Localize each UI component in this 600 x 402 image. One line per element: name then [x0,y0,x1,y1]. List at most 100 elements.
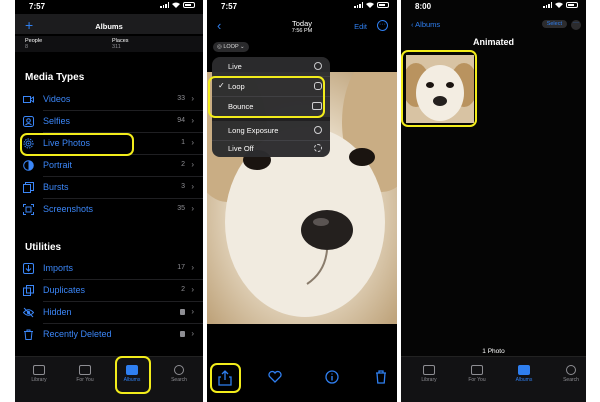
menu-item-live-off[interactable]: Live Off [212,139,330,159]
albums-screen: 7:57 + Albums People 8 Places 311 Media … [15,0,203,402]
highlight-live-photos [20,133,134,156]
animated-album-screen: 8:00 ‹ Albums Select ··· Animated 1 Phot… [401,0,586,402]
people-album[interactable]: People 8 [25,38,42,50]
status-icons [543,2,578,8]
album-count: 3 [181,183,185,190]
status-icons [354,2,389,8]
back-label: Albums [415,20,441,29]
highlight-loop-bounce [208,76,325,118]
album-row-hidden[interactable]: Hidden › [15,302,203,324]
tab-bar: Library For You Albums Search [401,356,586,402]
edit-button[interactable]: Edit [354,22,367,31]
library-icon [33,365,45,375]
status-time: 8:00 [415,2,432,11]
select-button[interactable]: Select [541,20,567,28]
utilities-heading: Utilities [25,242,62,253]
tab-for-you[interactable]: For You [457,365,497,383]
people-count: 8 [25,44,29,50]
trash-icon[interactable] [375,370,387,384]
info-icon[interactable] [325,370,339,384]
more-options-icon[interactable]: ··· [377,20,388,31]
places-count: 311 [112,44,121,50]
album-count: 35 [177,205,185,212]
tab-label: Search [171,377,187,383]
album-label: Recently Deleted [43,329,112,339]
favorite-heart-icon[interactable] [268,370,282,384]
album-count: 17 [177,264,185,271]
bursts-icon [23,182,34,193]
wifi-icon [366,2,374,8]
album-count: 33 [177,95,185,102]
status-icons [160,2,195,8]
for-you-icon [79,365,91,375]
live-icon [314,62,322,70]
album-row-imports[interactable]: Imports 17 › [15,258,203,280]
highlight-albums-tab [115,356,151,394]
more-options-icon[interactable]: ··· [571,20,581,30]
tab-search[interactable]: Search [159,365,199,383]
back-to-albums-button[interactable]: ‹ Albums [411,20,440,29]
album-count: 1 [181,139,185,146]
tab-for-you[interactable]: For You [65,365,105,383]
chevron-right-icon: › [191,204,194,213]
people-places-strip: People 8 Places 311 [15,36,203,52]
places-album[interactable]: Places 311 [112,38,129,50]
live-off-icon [314,144,322,152]
album-row-screenshots[interactable]: Screenshots 35 › [15,199,203,221]
chevron-right-icon: › [191,160,194,169]
highlight-share-button [210,363,241,393]
tab-albums[interactable]: Albums [504,365,544,383]
photo-detail-screen: 7:57 ‹ Today 7:56 PM Edit ··· ◎ LOOP ⌄ L… [207,0,397,402]
menu-item-long-exposure[interactable]: Long Exposure [212,121,330,141]
album-row-videos[interactable]: Videos 33 › [15,89,203,111]
tab-bar: Library For You Albums Search [15,356,203,402]
chevron-right-icon: › [191,263,194,272]
wifi-icon [172,2,180,8]
selfie-icon [23,116,34,127]
chevron-right-icon: › [191,182,194,191]
battery-icon [377,2,389,8]
album-title: Animated [472,37,514,47]
tab-label: Search [563,377,579,383]
album-row-bursts[interactable]: Bursts 3 › [15,177,203,199]
album-row-portrait[interactable]: Portrait 2 › [15,155,203,177]
album-row-duplicates[interactable]: Duplicates 2 › [15,280,203,302]
chevron-right-icon: › [191,138,194,147]
tab-label: Albums [515,377,533,383]
album-label: Selfies [43,116,71,126]
album-count: 94 [177,117,185,124]
album-label: Bursts [43,182,69,192]
tab-search[interactable]: Search [551,365,586,383]
screenshot-icon [23,204,34,215]
long-exposure-icon [314,126,322,134]
tab-library[interactable]: Library [19,365,59,383]
chevron-right-icon: › [191,94,194,103]
menu-item-live[interactable]: Live [212,57,330,77]
album-label: Portrait [43,160,73,170]
tab-library[interactable]: Library [409,365,449,383]
chevron-right-icon: › [191,329,194,338]
tab-label: For You [76,377,94,383]
album-row-recently-deleted[interactable]: Recently Deleted › [15,324,203,346]
album-label: Hidden [43,307,72,317]
lock-icon [180,331,185,337]
signal-icon [543,2,552,8]
signal-icon [160,2,169,8]
battery-icon [566,2,578,8]
chevron-right-icon: › [191,285,194,294]
for-you-icon [471,365,483,375]
status-bar: 7:57 [207,0,397,12]
media-types-heading: Media Types [25,72,85,83]
battery-icon [183,2,195,8]
album-count: 2 [181,286,185,293]
chevron-right-icon: › [191,116,194,125]
status-bar: 7:57 [15,0,203,12]
album-count: 2 [181,161,185,168]
import-icon [23,263,34,274]
trash-icon [24,329,33,340]
tab-label: For You [468,377,486,383]
album-label: Duplicates [43,285,86,295]
live-effect-dropdown[interactable]: ◎ LOOP ⌄ [213,42,249,52]
album-row-selfies[interactable]: Selfies 94 › [15,111,203,133]
portrait-icon [23,160,34,171]
